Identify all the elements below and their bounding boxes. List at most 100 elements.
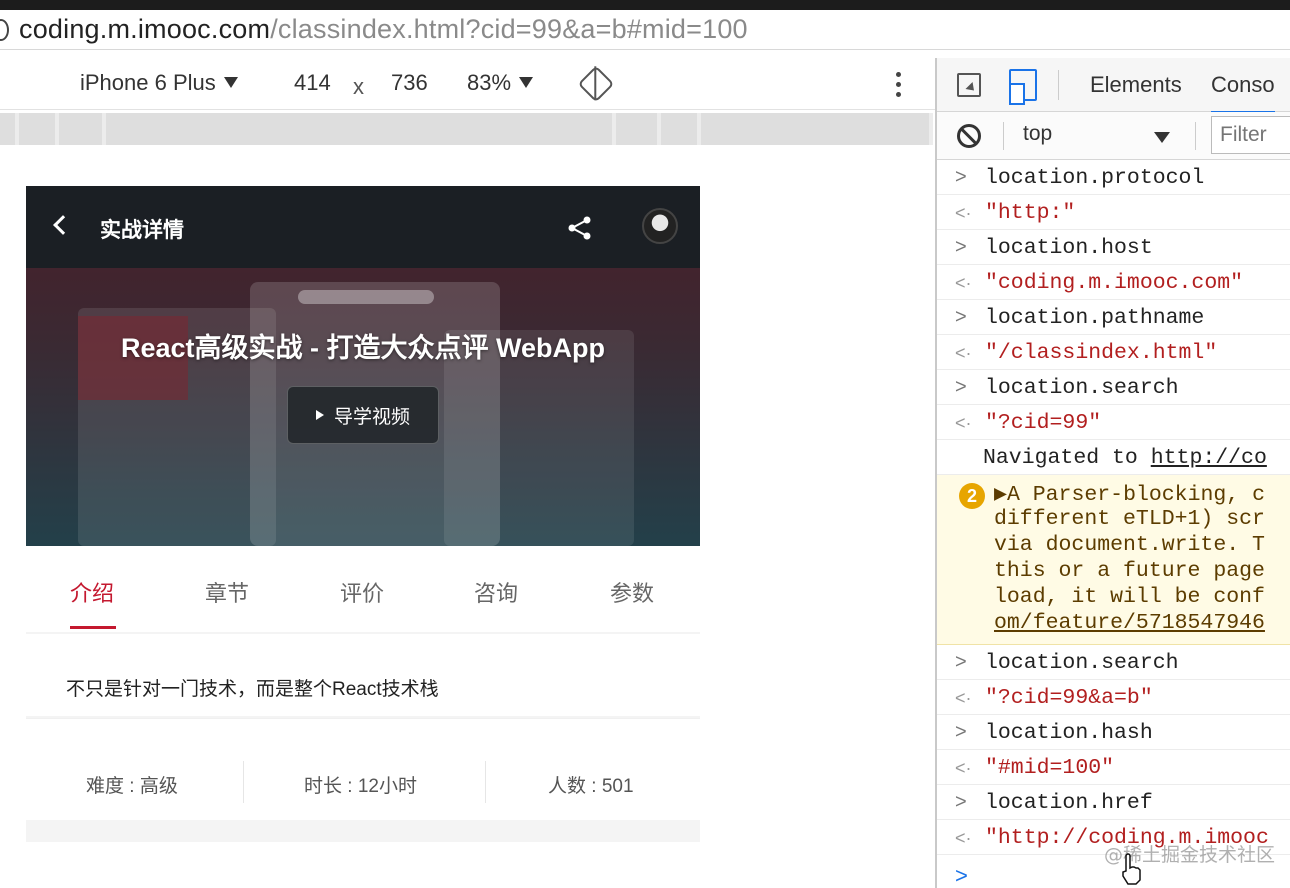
divider	[1058, 70, 1059, 100]
warning-line[interactable]: ▶A Parser-blocking, c	[994, 481, 1265, 507]
output-arrow-icon: <·	[955, 343, 972, 363]
output-arrow-icon: <·	[955, 203, 972, 223]
height-field[interactable]: 736	[391, 70, 428, 96]
devtools-panel: Elements Conso top > location.protocol <·…	[935, 58, 1290, 888]
active-tab-indicator	[70, 626, 116, 629]
output-arrow-icon: <·	[955, 758, 972, 778]
output-arrow-icon: <·	[955, 273, 972, 293]
divider	[243, 761, 244, 803]
avatar[interactable]	[642, 208, 678, 244]
console-output-row[interactable]: <· "coding.m.imooc.com"	[937, 265, 1290, 300]
console-input-row[interactable]: > location.href	[937, 785, 1290, 820]
input-chevron-icon: >	[955, 721, 967, 743]
course-stats: 难度 : 高级 时长 : 12小时 人数 : 501	[26, 718, 700, 820]
stat-students: 人数 : 501	[548, 776, 634, 797]
console-input-row[interactable]: > location.search	[937, 370, 1290, 405]
prompt-caret-icon: >	[955, 863, 968, 888]
intro-text: 不只是针对一门技术，而是整个React技术栈	[66, 679, 439, 700]
navigation-message: Navigated to http://co	[937, 440, 1290, 475]
console-input-text: location.search	[985, 376, 1179, 400]
media-query-ruler[interactable]	[0, 113, 933, 145]
zoom-label: 83%	[467, 70, 512, 95]
console-output-row[interactable]: <· "/classindex.html"	[937, 335, 1290, 370]
zoom-select[interactable]: 83%	[467, 70, 534, 96]
tab-params[interactable]: 参数	[592, 576, 672, 608]
ruler-segment[interactable]	[661, 113, 698, 145]
intro-video-button[interactable]: 导学视频	[287, 386, 439, 444]
hero-background-mockup	[298, 290, 434, 304]
console-output-row[interactable]: <· "#mid=100"	[937, 750, 1290, 785]
console-input-text: location.href	[985, 791, 1153, 815]
output-arrow-icon: <·	[955, 413, 972, 433]
console-output-text: "http:"	[985, 201, 1076, 225]
info-icon[interactable]	[0, 18, 9, 41]
input-chevron-icon: >	[955, 376, 967, 398]
more-options-icon[interactable]	[896, 72, 901, 98]
warning-line: via document.write. T	[994, 533, 1265, 557]
input-chevron-icon: >	[955, 306, 967, 328]
intro-section: 不只是针对一门技术，而是整个React技术栈	[26, 634, 700, 716]
phone-screen: 实战详情 React高级实战 - 打造大众点评 WebApp 导学视频 介绍 章…	[26, 186, 700, 888]
console-output: > location.protocol <· "http:" > location.h…	[937, 160, 1290, 888]
console-warning[interactable]: 2 ▶A Parser-blocking, c different eTLD+1…	[937, 475, 1290, 645]
console-input-text: location.protocol	[985, 166, 1205, 190]
navigated-link[interactable]: http://co	[1151, 446, 1267, 470]
output-arrow-icon: <·	[955, 828, 972, 848]
warning-line: this or a future page	[994, 559, 1265, 583]
device-toolbar: iPhone 6 Plus 414 x 736 83%	[0, 58, 935, 110]
devtools-toolbar: Elements Conso	[937, 58, 1290, 113]
device-select[interactable]: iPhone 6 Plus	[80, 70, 238, 96]
clear-console-icon[interactable]	[957, 124, 981, 148]
tab-intro[interactable]: 介绍	[52, 576, 132, 608]
warning-count-badge: 2	[959, 483, 985, 509]
hand-cursor-icon	[1122, 853, 1141, 885]
navigated-prefix: Navigated to	[983, 446, 1151, 470]
course-tabs: 介绍 章节 评价 咨询 参数	[26, 546, 700, 632]
tab-console[interactable]: Conso	[1211, 72, 1275, 113]
ruler-segment[interactable]	[58, 113, 103, 145]
tab-reviews[interactable]: 评价	[322, 576, 402, 608]
back-icon[interactable]	[53, 215, 73, 235]
tab-chapters[interactable]: 章节	[187, 576, 267, 608]
device-label: iPhone 6 Plus	[80, 70, 216, 95]
ruler-segment[interactable]	[0, 113, 15, 145]
share-icon[interactable]	[567, 215, 593, 241]
divider	[485, 761, 486, 803]
console-output-text: "#mid=100"	[985, 756, 1115, 780]
console-output-row[interactable]: <· "?cid=99"	[937, 405, 1290, 440]
ruler-segment[interactable]	[18, 113, 55, 145]
divider	[1003, 122, 1004, 150]
nav-title: 实战详情	[100, 219, 184, 242]
width-field[interactable]: 414	[294, 70, 331, 96]
input-chevron-icon: >	[955, 166, 967, 188]
inspect-element-icon[interactable]	[957, 73, 981, 97]
intro-video-label: 导学视频	[333, 406, 410, 428]
browser-top-strip	[0, 0, 1290, 10]
console-output-row[interactable]: <· "?cid=99&a=b"	[937, 680, 1290, 715]
console-input-text: location.search	[985, 651, 1179, 675]
tab-elements[interactable]: Elements	[1090, 72, 1182, 98]
url-text[interactable]: coding.m.imooc.com/classindex.html?cid=9…	[19, 14, 748, 45]
ruler-segment[interactable]	[615, 113, 658, 145]
dropdown-arrow-icon[interactable]	[1154, 132, 1170, 143]
console-output-row[interactable]: <· "http:"	[937, 195, 1290, 230]
console-input-row[interactable]: > location.host	[937, 230, 1290, 265]
console-input-row[interactable]: > location.protocol	[937, 160, 1290, 195]
tab-consult[interactable]: 咨询	[456, 576, 536, 608]
output-arrow-icon: <·	[955, 688, 972, 708]
console-input-row[interactable]: > location.search	[937, 645, 1290, 680]
console-input-row[interactable]: > location.pathname	[937, 300, 1290, 335]
warning-link[interactable]: om/feature/5718547946	[994, 611, 1265, 635]
page-nav-bar: 实战详情	[26, 186, 700, 268]
console-filter-input[interactable]	[1211, 116, 1290, 154]
ruler-segment[interactable]	[106, 113, 612, 145]
console-input-row[interactable]: > location.hash	[937, 715, 1290, 750]
context-select[interactable]: top	[1023, 122, 1052, 146]
navigation-text: Navigated to http://co	[983, 446, 1267, 470]
dropdown-arrow-icon	[223, 77, 238, 88]
address-bar[interactable]: coding.m.imooc.com/classindex.html?cid=9…	[0, 10, 1290, 50]
device-toggle-icon[interactable]	[1009, 69, 1037, 105]
divider	[1195, 122, 1196, 150]
warning-line: load, it will be conf	[994, 585, 1265, 609]
ruler-segment[interactable]	[701, 113, 929, 145]
